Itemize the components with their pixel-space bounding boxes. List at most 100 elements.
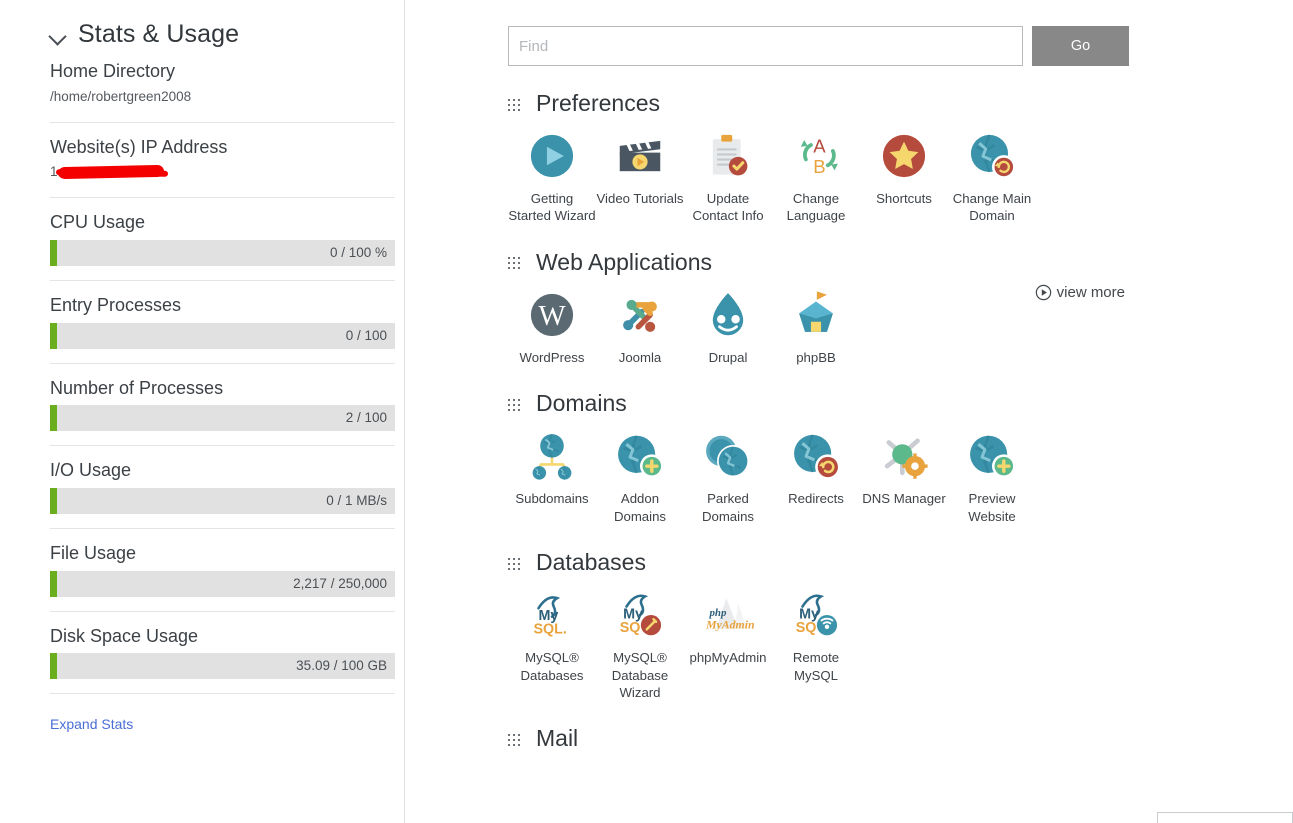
view-more-link[interactable]: view more bbox=[1035, 284, 1125, 301]
search-bar: Go bbox=[405, 0, 1293, 66]
drag-handle-icon[interactable] bbox=[508, 398, 522, 413]
tile-joomla[interactable]: Joomla bbox=[596, 280, 684, 366]
stat-progress-bar: 0 / 100 bbox=[50, 322, 395, 349]
tile-remote-mysql[interactable]: My SQ Remote MySQL bbox=[772, 580, 860, 684]
tile-label: MySQL® Databases bbox=[520, 650, 584, 683]
section-title: Mail bbox=[536, 725, 579, 752]
joomla-icon bbox=[613, 288, 667, 342]
stat-item: Disk Space Usage 35.09 / 100 GB bbox=[0, 612, 404, 680]
svg-text:A: A bbox=[813, 136, 826, 157]
ip-address-value: 1 bbox=[50, 164, 165, 181]
tile-phpmyadmin[interactable]: php MyAdmin phpMyAdmin bbox=[684, 580, 772, 666]
tile-label: Video Tutorials bbox=[596, 191, 684, 206]
tile-label: Shortcuts bbox=[876, 191, 932, 206]
tile-label: Drupal bbox=[708, 349, 748, 365]
section-title: Web Applications bbox=[536, 248, 713, 275]
home-directory-label: Home Directory bbox=[50, 61, 176, 81]
drag-handle-icon[interactable] bbox=[508, 257, 522, 271]
expand-stats-link[interactable]: Expand Stats bbox=[0, 694, 404, 732]
tile-label: DNS Manager bbox=[862, 491, 946, 507]
tile-parked-domains[interactable]: Parked Domains bbox=[684, 421, 772, 525]
stat-progress-fill bbox=[50, 653, 57, 680]
stat-label: I/O Usage bbox=[50, 460, 132, 481]
stat-label: Number of Processes bbox=[50, 377, 224, 398]
drag-handle-icon[interactable] bbox=[508, 733, 522, 748]
section-tiles: My SQL. MySQL® Databases My SQ MySQL® Databas… bbox=[508, 580, 1293, 701]
sections-host: Preferences Getting Started Wizard Video T… bbox=[405, 92, 1293, 756]
stat-progress-fill bbox=[50, 239, 57, 266]
search-go-button[interactable]: Go bbox=[1032, 26, 1129, 66]
stat-value: 0 / 1 MB/s bbox=[326, 492, 387, 508]
parked-domains-icon bbox=[701, 429, 755, 483]
mysql-database-wizard-icon: My SQ bbox=[613, 588, 667, 642]
stat-item: File Usage 2,217 / 250,000 bbox=[0, 529, 404, 597]
home-directory-block: Home Directory /home/robertgreen2008 bbox=[0, 47, 404, 108]
tile-mysql-database-wizard[interactable]: My SQ MySQL® Database Wizard bbox=[596, 580, 684, 701]
drupal-icon bbox=[701, 288, 755, 342]
chevron-down-icon[interactable] bbox=[50, 27, 66, 43]
stat-progress-fill bbox=[50, 322, 57, 349]
stat-value: 0 / 100 bbox=[345, 327, 387, 343]
stat-progress-bar: 2,217 / 250,000 bbox=[50, 570, 395, 597]
tile-wordpress[interactable]: W WordPress bbox=[508, 280, 596, 366]
stat-progress-bar: 0 / 100 % bbox=[50, 239, 395, 266]
tile-change-main-domain[interactable]: Change Main Domain bbox=[948, 121, 1036, 225]
update-contact-info-icon bbox=[701, 129, 755, 183]
stats-sidebar: Stats & Usage Home Directory /home/rober… bbox=[0, 0, 405, 823]
ip-address-label: Website(s) IP Address bbox=[50, 136, 228, 157]
stat-value: 2 / 100 bbox=[345, 410, 387, 426]
tile-label: Redirects bbox=[788, 491, 844, 507]
section-tiles: Getting Started Wizard Video Tutorials Upd… bbox=[508, 121, 1293, 225]
section-header: Domains bbox=[508, 392, 1293, 415]
stat-item: Number of Processes 2 / 100 bbox=[0, 364, 404, 432]
stat-progress-bar: 0 / 1 MB/s bbox=[50, 487, 395, 514]
section-header: Mail bbox=[508, 727, 1293, 750]
tile-phpbb[interactable]: phpBB bbox=[772, 280, 860, 366]
ip-address-block: Website(s) IP Address 1 bbox=[0, 123, 404, 184]
drag-handle-icon[interactable] bbox=[508, 557, 522, 572]
tile-label: phpBB bbox=[796, 349, 836, 365]
tile-label: Change Language bbox=[786, 191, 846, 224]
search-input[interactable] bbox=[508, 26, 1023, 66]
drag-handle-icon[interactable] bbox=[508, 98, 522, 113]
tile-label: Getting Started Wizard bbox=[508, 191, 596, 224]
tile-label: Joomla bbox=[618, 349, 662, 365]
tile-video-tutorials[interactable]: Video Tutorials bbox=[596, 121, 684, 207]
tile-getting-started-wizard[interactable]: Getting Started Wizard bbox=[508, 121, 596, 225]
stat-item: CPU Usage 0 / 100 % bbox=[0, 198, 404, 266]
tile-redirects[interactable]: Redirects bbox=[772, 421, 860, 507]
tile-addon-domains[interactable]: Addon Domains bbox=[596, 421, 684, 525]
tile-label: Change Main Domain bbox=[952, 191, 1032, 224]
tile-shortcuts[interactable]: Shortcuts bbox=[860, 121, 948, 207]
tile-subdomains[interactable]: Subdomains bbox=[508, 421, 596, 507]
tile-preview-website[interactable]: Preview Website bbox=[948, 421, 1036, 525]
section-header: Web Applications bbox=[508, 248, 1293, 275]
section-title: Preferences bbox=[536, 90, 661, 116]
svg-text:SQ: SQ bbox=[620, 620, 641, 636]
stat-label: File Usage bbox=[50, 542, 137, 563]
stats-usage-header[interactable]: Stats & Usage bbox=[0, 0, 404, 47]
preview-website-icon bbox=[965, 429, 1019, 483]
stat-value: 2,217 / 250,000 bbox=[293, 575, 387, 591]
page-title: Stats & Usage bbox=[78, 20, 240, 48]
change-main-domain-icon bbox=[965, 129, 1019, 183]
tile-label: Addon Domains bbox=[613, 491, 667, 524]
stat-progress-bar: 35.09 / 100 GB bbox=[50, 653, 395, 680]
change-language-icon: AB bbox=[789, 129, 843, 183]
tile-mysql-databases[interactable]: My SQL. MySQL® Databases bbox=[508, 580, 596, 684]
tile-update-contact-info[interactable]: Update Contact Info bbox=[684, 121, 772, 225]
view-more-label: view more bbox=[1056, 283, 1125, 301]
svg-text:SQ: SQ bbox=[796, 620, 817, 636]
play-circle-icon bbox=[1035, 284, 1052, 301]
phpmyadmin-icon: php MyAdmin bbox=[701, 588, 755, 642]
stat-item: I/O Usage 0 / 1 MB/s bbox=[0, 446, 404, 514]
bottom-right-widget[interactable] bbox=[1157, 812, 1293, 823]
stat-value: 0 / 100 % bbox=[329, 244, 387, 260]
section-mail: Mail bbox=[405, 727, 1293, 756]
tile-change-language[interactable]: A B Change Language bbox=[772, 121, 860, 225]
tile-dns-manager[interactable]: DNS Manager bbox=[860, 421, 948, 507]
tile-label: Preview Website bbox=[968, 491, 1016, 524]
mysql-databases-icon: My SQL. bbox=[525, 588, 579, 642]
stat-item: Entry Processes 0 / 100 bbox=[0, 281, 404, 349]
tile-drupal[interactable]: Drupal bbox=[684, 280, 772, 366]
